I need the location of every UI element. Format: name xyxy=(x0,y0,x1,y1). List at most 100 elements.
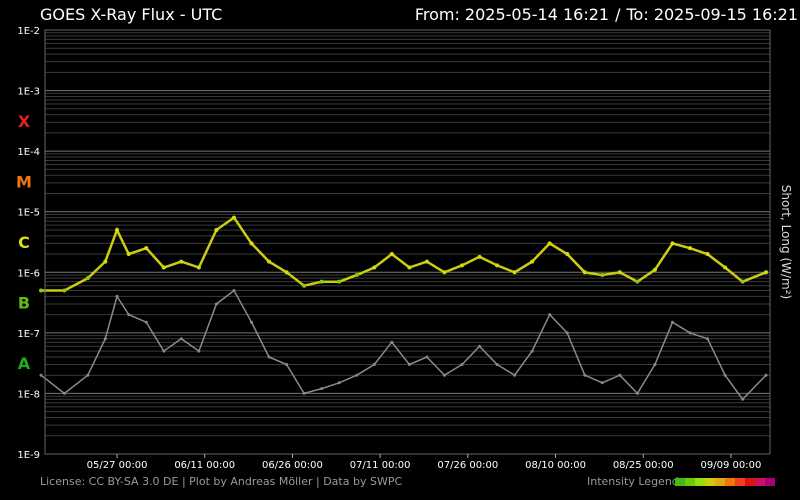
data-point xyxy=(407,363,411,367)
data-point xyxy=(706,337,710,341)
data-point xyxy=(547,241,552,246)
data-point xyxy=(231,215,236,220)
y-tick-label: 1E-4 xyxy=(17,147,40,158)
xray-flux-chart: 1E-2 1E-3 1E-4 1E-5 1E-6 1E-7 1E-8 1E-9 05/27 0… xyxy=(16,26,793,471)
data-point xyxy=(232,289,236,293)
x-tick-label: 08/10 00:00 xyxy=(525,460,586,471)
data-point xyxy=(162,349,166,353)
data-point xyxy=(302,391,306,395)
data-point xyxy=(39,288,44,293)
x-tick-label: 06/26 00:00 xyxy=(262,460,323,471)
data-point xyxy=(652,267,657,272)
data-point xyxy=(267,259,272,264)
data-point xyxy=(582,270,587,275)
y-axis-label: Short, Long (W/m²) xyxy=(779,185,793,299)
data-point xyxy=(337,381,341,385)
data-point xyxy=(179,337,183,341)
y-tick-label: 1E-9 xyxy=(17,450,40,461)
data-point xyxy=(442,270,447,275)
data-point xyxy=(196,265,201,270)
data-point xyxy=(635,391,639,395)
data-point xyxy=(723,265,728,270)
data-point xyxy=(442,373,446,377)
legend-swatch xyxy=(675,478,685,486)
data-point xyxy=(653,363,657,367)
data-point xyxy=(85,276,90,281)
data-point xyxy=(179,259,184,264)
y-tick-label: 1E-7 xyxy=(17,329,40,340)
data-point xyxy=(688,331,692,335)
flare-class-x: X xyxy=(18,112,31,131)
data-point xyxy=(617,270,622,275)
data-point xyxy=(764,270,769,275)
data-point xyxy=(389,252,394,257)
data-point xyxy=(355,373,359,377)
flare-class-a: A xyxy=(18,354,31,373)
data-point xyxy=(495,363,499,367)
data-point xyxy=(764,373,768,377)
data-point xyxy=(320,387,324,391)
series-short xyxy=(39,289,768,401)
data-point xyxy=(144,246,149,251)
flare-class-m: M xyxy=(16,172,32,191)
data-point xyxy=(740,279,745,284)
legend-swatch xyxy=(755,478,765,486)
data-point xyxy=(618,373,622,377)
x-tick-label: 07/26 00:00 xyxy=(437,460,498,471)
legend-swatch xyxy=(725,478,735,486)
data-point xyxy=(372,363,376,367)
y-tick-label: 1E-5 xyxy=(17,208,40,219)
legend-swatch xyxy=(715,478,725,486)
legend-swatch xyxy=(765,478,775,486)
series-short-line xyxy=(40,289,767,401)
x-tick-label: 07/11 00:00 xyxy=(350,460,411,471)
data-point xyxy=(583,373,587,377)
data-point xyxy=(249,241,254,246)
data-point xyxy=(302,283,307,288)
data-point xyxy=(495,263,500,268)
data-point xyxy=(250,320,254,324)
data-point xyxy=(477,254,482,259)
data-point xyxy=(354,273,359,278)
x-tick-label: 09/09 00:00 xyxy=(701,460,762,471)
flare-class-b: B xyxy=(18,294,30,313)
data-point xyxy=(723,373,727,377)
data-point xyxy=(103,259,108,264)
data-point xyxy=(161,265,166,270)
data-point xyxy=(267,355,271,359)
legend-swatch xyxy=(745,478,755,486)
intensity-legend-bar xyxy=(675,478,775,486)
data-point xyxy=(115,227,120,232)
data-point xyxy=(512,270,517,275)
data-point xyxy=(144,320,148,324)
flare-class-c: C xyxy=(18,233,30,252)
data-point xyxy=(214,302,218,306)
intensity-legend-label: Intensity Legend xyxy=(587,475,679,488)
grid-lines xyxy=(45,32,770,455)
data-point xyxy=(635,279,640,284)
data-point xyxy=(530,349,534,353)
legend-swatch xyxy=(705,478,715,486)
legend-swatch xyxy=(735,478,745,486)
data-point xyxy=(425,355,429,359)
y-tick-label: 1E-8 xyxy=(17,389,40,400)
data-point xyxy=(548,313,552,317)
data-point xyxy=(39,373,43,377)
data-point xyxy=(478,344,482,348)
data-point xyxy=(670,241,675,246)
y-tick-label: 1E-6 xyxy=(17,268,40,279)
x-tick-label: 06/11 00:00 xyxy=(174,460,235,471)
data-point xyxy=(127,313,131,317)
data-point xyxy=(600,381,604,385)
data-point xyxy=(407,265,412,270)
data-point xyxy=(115,294,119,298)
data-point xyxy=(372,265,377,270)
data-point xyxy=(565,252,570,257)
data-point xyxy=(705,252,710,257)
data-point xyxy=(285,363,289,367)
x-tick-label: 08/25 00:00 xyxy=(613,460,674,471)
data-point xyxy=(62,391,66,395)
data-point xyxy=(513,373,517,377)
y-tick-label: 1E-2 xyxy=(17,26,40,37)
data-point xyxy=(459,263,464,268)
